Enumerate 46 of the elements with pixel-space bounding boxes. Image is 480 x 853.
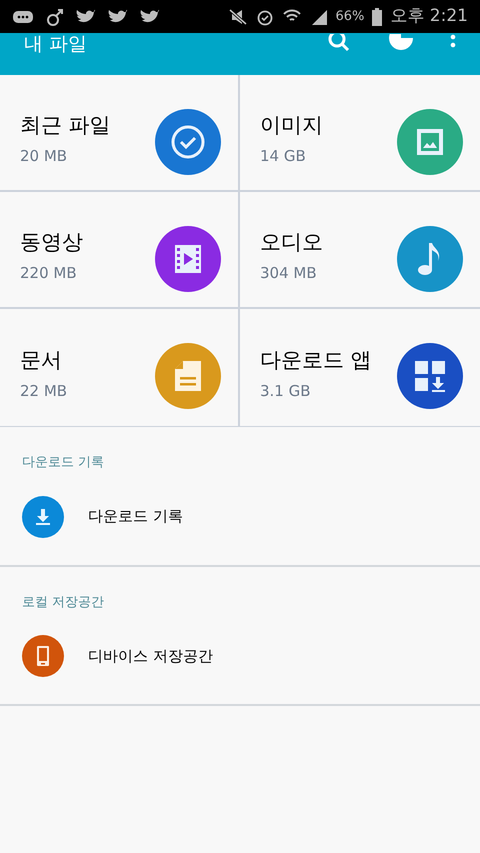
section-header: 로컬 저장공간	[21, 594, 106, 612]
category-tile[interactable]: 동영상 220 MB	[0, 192, 240, 309]
alarm-icon	[256, 8, 274, 26]
category-size: 304 MB	[260, 263, 318, 284]
battery-icon	[372, 8, 382, 26]
category-name: 이미지	[260, 112, 324, 138]
document-icon	[173, 359, 203, 393]
item-label: 디바이스 저장공간	[88, 646, 213, 667]
item-label: 다운로드 기록	[88, 506, 183, 528]
category-size: 20 MB	[20, 146, 68, 167]
category-size: 22 MB	[20, 381, 68, 402]
category-tile[interactable]: 문서 22 MB	[0, 309, 240, 426]
storage-list-item[interactable]: 다운로드 기록	[0, 476, 480, 556]
bird-icon	[140, 8, 160, 24]
category-tile[interactable]: 다운로드 앱 3.1 GB	[240, 309, 480, 426]
category-size: 14 GB	[260, 146, 307, 167]
category-name: 다운로드 앱	[260, 346, 373, 374]
search-button[interactable]	[328, 34, 352, 52]
more-button[interactable]	[450, 34, 456, 50]
category-name: 동영상	[20, 228, 84, 256]
mute-icon	[228, 8, 248, 26]
pie-chart-button[interactable]	[388, 34, 414, 50]
image-icon	[415, 127, 445, 157]
bird-icon	[108, 8, 128, 24]
category-tile[interactable]: 최근 파일 20 MB	[0, 75, 240, 192]
male-symbol-icon	[46, 6, 64, 26]
section-header: 다운로드 기록	[21, 454, 106, 472]
battery-percent: 66%	[336, 8, 364, 26]
clock: 오후 2:21	[390, 4, 468, 28]
bird-icon	[76, 8, 96, 24]
storage-list-item[interactable]: 디바이스 저장공간	[0, 616, 480, 696]
check-circle-icon	[170, 124, 206, 160]
download-icon	[33, 506, 53, 526]
category-size: 3.1 GB	[260, 381, 312, 402]
signal-icon	[310, 8, 328, 26]
app-download-icon	[413, 359, 447, 393]
phone-icon	[36, 645, 50, 667]
message-icon	[12, 8, 34, 24]
app-title: 내 파일	[24, 35, 88, 54]
category-tile[interactable]: 이미지 14 GB	[240, 75, 480, 192]
category-name: 문서	[20, 346, 63, 374]
category-size: 220 MB	[20, 263, 78, 284]
category-name: 최근 파일	[20, 112, 112, 138]
category-tile[interactable]: 오디오 304 MB	[240, 192, 480, 309]
film-icon	[172, 243, 204, 275]
category-name: 오디오	[260, 228, 324, 256]
